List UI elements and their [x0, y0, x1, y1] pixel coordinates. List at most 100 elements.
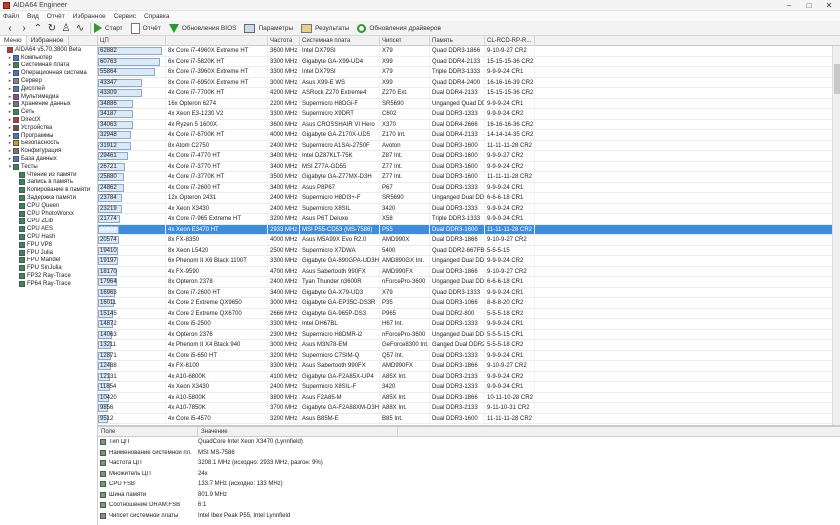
- table-row[interactable]: 60763 6x Core i7-5820K HT 3300 MHz Gigabyte…: [98, 56, 840, 67]
- column-value[interactable]: Значение: [198, 427, 398, 436]
- table-row[interactable]: 21774 4x Core i7-965 Extreme HT 3200 MHz As…: [98, 214, 840, 225]
- scrollbar-thumb[interactable]: [834, 64, 840, 94]
- tree-item[interactable]: ▸ DirectX: [0, 116, 97, 124]
- detail-row[interactable]: Чипсет системной платы Intel Ibex Peak P5…: [98, 511, 840, 522]
- detail-row[interactable]: Тип ЦП QuadCore Intel Xeon X3470 (Lynnfie…: [98, 437, 840, 448]
- tree-item[interactable]: Запись в память: [0, 179, 97, 187]
- menu-report[interactable]: Отчёт: [47, 13, 65, 20]
- table-row[interactable]: 12871 4x Core i5-650 HT 3200 MHz Supermicro…: [98, 350, 840, 361]
- table-row[interactable]: 31912 8x Atom C2750 2400 MHz Supermicro A1S…: [98, 140, 840, 151]
- table-row[interactable]: 16963 8x Core i7-2600 HT 3400 MHz Gigabyte …: [98, 287, 840, 298]
- tree-item[interactable]: ▸ Устройства: [0, 124, 97, 132]
- table-row[interactable]: 16011 4x Core 2 Extreme QX9650 3000 MHz Gig…: [98, 298, 840, 309]
- menu-file[interactable]: Файл: [3, 13, 19, 20]
- tree-item[interactable]: FPU Julia: [0, 249, 97, 257]
- detail-row[interactable]: Частота ЦП 3208.1 MHz (исходно: 2933 MHz,…: [98, 458, 840, 469]
- tree-item[interactable]: ▸ Сеть: [0, 108, 97, 116]
- column-motherboard[interactable]: Системная плата: [300, 36, 380, 45]
- tree-item[interactable]: CPU PhotoWorxx: [0, 210, 97, 218]
- menu-tools[interactable]: Сервис: [114, 13, 136, 20]
- menu-favorites[interactable]: Избранное: [73, 13, 106, 20]
- tree-item[interactable]: FPU SinJulia: [0, 264, 97, 272]
- tree-item[interactable]: ▸ Операционная система: [0, 69, 97, 77]
- column-chipset[interactable]: Чипсет: [380, 36, 430, 45]
- detail-row[interactable]: Наименование системной пл. MSI MS-7586: [98, 448, 840, 459]
- report-button[interactable]: Отчёт: [130, 22, 161, 34]
- maximize-button[interactable]: □: [800, 0, 818, 11]
- tree-item[interactable]: FP64 Ray-Trace: [0, 280, 97, 288]
- table-row[interactable]: 20574 8x FX-8350 4000 MHz Asus M5A99X Evo R…: [98, 235, 840, 246]
- table-row[interactable]: 10420 4x A10-5800K 3800 MHz Asus F2A85-M A85…: [98, 392, 840, 403]
- table-row[interactable]: 23784 12x Opteron 2431 2400 MHz Supermicro …: [98, 193, 840, 204]
- tree-item[interactable]: ▸ Дисплей: [0, 85, 97, 93]
- tree-item[interactable]: AIDA64 v5.70.3800 Beta: [0, 46, 97, 54]
- tree-item[interactable]: ▸ Сервер: [0, 77, 97, 85]
- tree-item[interactable]: ▸ Программы: [0, 132, 97, 140]
- tree-item[interactable]: ▸ Компьютер: [0, 54, 97, 62]
- tree-item[interactable]: Задержка памяти: [0, 194, 97, 202]
- table-row[interactable]: 34187 4x Xeon E3-1230 V2 3300 MHz Supermicr…: [98, 109, 840, 120]
- tree-item[interactable]: ▾ Тесты: [0, 163, 97, 171]
- table-row[interactable]: 12488 4x FX-6100 3300 MHz Asus Sabertooth 9…: [98, 361, 840, 372]
- settings-button[interactable]: Параметры: [244, 23, 293, 33]
- tree-item[interactable]: ▸ Системная плата: [0, 62, 97, 70]
- tree-item[interactable]: Копирование в памяти: [0, 186, 97, 194]
- table-row[interactable]: 43309 4x Core i7-7700K HT 4200 MHz ASRock Z…: [98, 88, 840, 99]
- driver-update-button[interactable]: Обновления драйверов: [357, 23, 441, 33]
- minimize-button[interactable]: –: [780, 0, 798, 11]
- table-row[interactable]: 62882 8x Core i7-4960X Extreme HT 3600 MHz…: [98, 46, 840, 57]
- tree-item[interactable]: CPU Hash: [0, 233, 97, 241]
- menu-help[interactable]: Справка: [144, 13, 170, 20]
- table-row[interactable]: 19197 6x Phenom II X6 Black 1100T 3300 MHz…: [98, 256, 840, 267]
- table-row[interactable]: 29461 4x Core i7-4770 HT 3400 MHz Intel DZ8…: [98, 151, 840, 162]
- table-row[interactable]: 13211 4x Phenom II X4 Black 940 3000 MHz As…: [98, 340, 840, 351]
- table-row[interactable]: 9856 4x A10-7850K 3700 MHz Gigabyte GA-F2A8…: [98, 403, 840, 414]
- table-row[interactable]: 25880 4x Core i7-3770K HT 3500 MHz Gigabyte…: [98, 172, 840, 183]
- tree-item[interactable]: FP32 Ray-Trace: [0, 272, 97, 280]
- column-memory[interactable]: Память: [430, 36, 485, 45]
- up-button[interactable]: ⌃: [31, 22, 45, 34]
- tab-menu[interactable]: Меню: [0, 36, 27, 45]
- tree-item[interactable]: FPU VP8: [0, 241, 97, 249]
- tree-item[interactable]: ▸ Безопасность: [0, 140, 97, 148]
- detail-row[interactable]: Шина памяти 801.9 MHz: [98, 490, 840, 501]
- table-row[interactable]: 14872 4x Core i5-2500 3300 MHz Intel DH67BL…: [98, 319, 840, 330]
- column-frequency[interactable]: Частота: [268, 36, 300, 45]
- user-button[interactable]: ♙: [59, 22, 73, 34]
- detail-row[interactable]: Соотношение DRAM:FSB 6:1: [98, 500, 840, 511]
- vertical-scrollbar[interactable]: [832, 46, 840, 425]
- table-row[interactable]: 34063 4x Ryzen 5 1600X 3600 MHz Asus CROSSH…: [98, 119, 840, 130]
- tree-item[interactable]: ▸ База данных: [0, 155, 97, 163]
- table-row[interactable]: 43347 8x Core i7-6950X Extreme HT 3000 MHz…: [98, 77, 840, 88]
- tree-item[interactable]: ▸ Мультимедиа: [0, 93, 97, 101]
- tree-item[interactable]: FPU Mandel: [0, 257, 97, 265]
- table-row[interactable]: 34886 16x Opteron 6274 2200 MHz Supermicro …: [98, 98, 840, 109]
- bios-update-button[interactable]: Обновления BIOS: [168, 23, 236, 33]
- start-button[interactable]: Старт: [94, 23, 123, 33]
- results-button[interactable]: Результаты: [301, 23, 349, 33]
- column-timings[interactable]: CL-RCD-RP-R...: [485, 36, 535, 45]
- table-row[interactable]: 11854 4x Xeon X3430 2400 MHz Supermicro X8S…: [98, 382, 840, 393]
- refresh-button[interactable]: ↻: [45, 22, 59, 34]
- menu-view[interactable]: Вид: [27, 13, 39, 20]
- graph-button[interactable]: ∿: [73, 22, 87, 34]
- table-row[interactable]: 17964 8x Opteron 2378 2400 MHz Tyan Thunder…: [98, 277, 840, 288]
- column-score[interactable]: ЦП: [98, 36, 166, 45]
- close-button[interactable]: ✕: [820, 0, 838, 11]
- tree-item[interactable]: Чтение из памяти: [0, 171, 97, 179]
- column-field[interactable]: Поле: [98, 427, 198, 436]
- tab-favorites[interactable]: Избранное: [27, 36, 69, 45]
- table-row[interactable]: 18170 4x FX-9590 4700 MHz Asus Sabertooth 9…: [98, 266, 840, 277]
- table-row[interactable]: 19410 8x Xeon L5420 2500 MHz Supermicro X7D…: [98, 245, 840, 256]
- table-row[interactable]: 15145 4x Core 2 Extreme QX6700 2666 MHz Gig…: [98, 308, 840, 319]
- column-cpu[interactable]: [166, 36, 268, 45]
- detail-row[interactable]: CPU FSB 133.7 MHz (исходно: 133 MHz): [98, 479, 840, 490]
- table-row[interactable]: 55864 6x Core i7-3960X Extreme HT 3300 MHz…: [98, 67, 840, 78]
- tree-item[interactable]: CPU Queen: [0, 202, 97, 210]
- forward-button[interactable]: ›: [17, 22, 31, 34]
- detail-row[interactable]: Множитель ЦП 24x: [98, 469, 840, 480]
- back-button[interactable]: ‹: [3, 22, 17, 34]
- table-row[interactable]: 32948 4x Core i7-6700K HT 4000 MHz Gigabyte…: [98, 130, 840, 141]
- tree-item[interactable]: CPU AES: [0, 225, 97, 233]
- tree-item[interactable]: CPU ZLib: [0, 218, 97, 226]
